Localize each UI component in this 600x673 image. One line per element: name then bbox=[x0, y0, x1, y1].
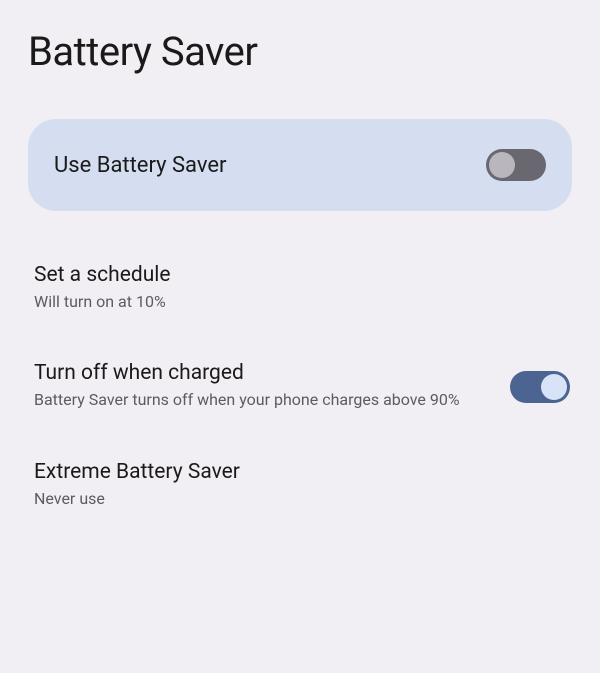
set-schedule-subtitle: Will turn on at 10% bbox=[34, 291, 550, 313]
use-battery-saver-label: Use Battery Saver bbox=[54, 153, 227, 178]
use-battery-saver-toggle[interactable] bbox=[486, 149, 546, 181]
page-title: Battery Saver bbox=[28, 28, 572, 75]
extreme-battery-saver-title: Extreme Battery Saver bbox=[34, 460, 550, 484]
use-battery-saver-card[interactable]: Use Battery Saver bbox=[28, 119, 572, 211]
setting-text: Set a schedule Will turn on at 10% bbox=[34, 263, 570, 313]
turn-off-when-charged-toggle[interactable] bbox=[510, 371, 570, 403]
turn-off-when-charged-row[interactable]: Turn off when charged Battery Saver turn… bbox=[28, 361, 572, 411]
extreme-battery-saver-row[interactable]: Extreme Battery Saver Never use bbox=[28, 460, 572, 510]
toggle-knob-icon bbox=[541, 374, 567, 400]
turn-off-when-charged-subtitle: Battery Saver turns off when your phone … bbox=[34, 389, 490, 411]
setting-text: Extreme Battery Saver Never use bbox=[34, 460, 570, 510]
toggle-knob-icon bbox=[489, 152, 515, 178]
turn-off-when-charged-title: Turn off when charged bbox=[34, 361, 490, 385]
set-schedule-title: Set a schedule bbox=[34, 263, 550, 287]
extreme-battery-saver-subtitle: Never use bbox=[34, 488, 550, 510]
set-schedule-row[interactable]: Set a schedule Will turn on at 10% bbox=[28, 263, 572, 313]
setting-text: Turn off when charged Battery Saver turn… bbox=[34, 361, 510, 411]
